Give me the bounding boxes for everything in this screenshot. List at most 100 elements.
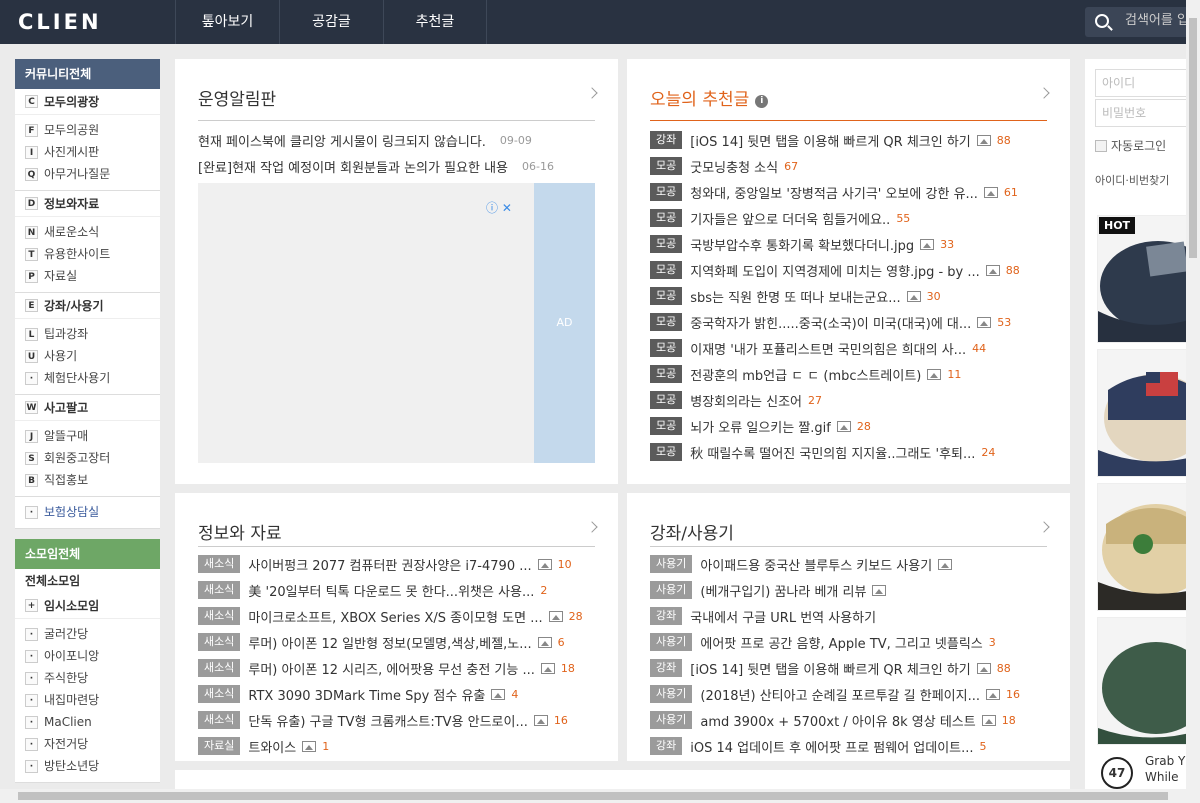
hot-ad-panel[interactable]: HOT 47 Grab Y While — [1085, 201, 1200, 803]
post-title: 美 '20일부터 틱톡 다운로드 못 한다...위챗은 사용... — [248, 584, 535, 600]
post-title: 秋 때릴수록 떨어진 국민의힘 지지율..그래도 '후퇴... — [690, 446, 976, 462]
auto-login-checkbox[interactable]: 자동로그인 — [1095, 137, 1166, 154]
post-row[interactable]: 모공 굿모닝충청 소식 67 — [650, 153, 1047, 179]
post-row[interactable]: 모공 秋 때릴수록 떨어진 국민의힘 지지율..그래도 '후퇴... 24 — [650, 439, 1047, 465]
password-field[interactable] — [1095, 99, 1190, 127]
ad-banner[interactable]: ⓘ ✕ AD — [198, 183, 595, 463]
notice-row[interactable]: [완료]현재 작업 예정이며 회원분들과 논의가 필요한 내용 06-16 — [198, 153, 595, 179]
category-badge: 모공 — [650, 209, 683, 227]
plus-icon[interactable]: + — [25, 599, 38, 612]
somoim-all-header[interactable]: 소모임전체 — [15, 539, 160, 569]
scrollbar-thumb[interactable] — [18, 792, 1168, 800]
post-row[interactable]: 새소식 사이버펑크 2077 컴퓨터판 권장사양은 i7-4790 ... 10 — [198, 551, 595, 577]
post-row[interactable]: 모공 국방부압수후 통화기록 확보했다더니.jpg 33 — [650, 231, 1047, 257]
lecture-title[interactable]: 강좌/사용기 — [650, 519, 734, 544]
somoim-item[interactable]: · 방탄소년당 — [15, 755, 160, 777]
find-account-link[interactable]: 아이디·비번찾기 — [1095, 172, 1169, 188]
nav-explore[interactable]: 톺아보기 — [175, 0, 279, 44]
post-row[interactable]: 모공 기자들은 앞으로 더더욱 힘들거에요.. 55 — [650, 205, 1047, 231]
vertical-scrollbar[interactable] — [1186, 0, 1200, 803]
chevron-right-icon[interactable] — [586, 87, 598, 99]
sidebar-item[interactable]: T 유용한사이트 — [15, 243, 160, 265]
somoim-item[interactable]: · 주식한당 — [15, 667, 160, 689]
notice-title[interactable]: 운영알림판 — [198, 85, 276, 110]
chevron-right-icon[interactable] — [1038, 521, 1050, 533]
cap-image-flag-trucker[interactable] — [1097, 349, 1200, 477]
post-row[interactable]: 모공 청와대, 중앙일보 '장병적금 사기극' 오보에 강한 유... 61 — [650, 179, 1047, 205]
somoim-item[interactable]: · 아이포니앙 — [15, 645, 160, 667]
nav-recommended[interactable]: 추천글 — [383, 0, 487, 44]
info-title[interactable]: 정보와 자료 — [198, 519, 282, 544]
sidebar-item[interactable]: L 팁과강좌 — [15, 323, 160, 345]
post-row[interactable]: 사용기 (2018년) 산티아고 순례길 포르투갈 길 한페이지... 16 — [650, 681, 1047, 707]
search-icon[interactable] — [1095, 14, 1109, 28]
sidebar-group-block: D 정보와자료 N 새로운소식 T 유용한사이트 P 자료실 — [15, 191, 160, 293]
sidebar-item[interactable]: S 회원중고장터 — [15, 447, 160, 469]
somoim-item[interactable]: · 내집마련당 — [15, 689, 160, 711]
id-field[interactable] — [1095, 69, 1190, 97]
post-row[interactable]: 강좌 국내에서 구글 URL 번역 사용하기 — [650, 603, 1047, 629]
auto-login-label: 자동로그인 — [1111, 139, 1167, 153]
post-row[interactable]: 새소식 美 '20일부터 틱톡 다운로드 못 한다...위챗은 사용... 2 — [198, 577, 595, 603]
post-row[interactable]: 강좌 iOS 14 업데이트 후 에어팟 프로 펌웨어 업데이트... 5 — [650, 733, 1047, 759]
post-row[interactable]: 새소식 RTX 3090 3DMark Time Spy 점수 유출 4 — [198, 681, 595, 707]
chevron-right-icon[interactable] — [586, 521, 598, 533]
sidebar-group-1[interactable]: D 정보와자료 — [15, 191, 160, 217]
post-row[interactable]: 새소식 단독 유출) 구글 TV형 크롬캐스트:TV용 안드로이... 16 — [198, 707, 595, 733]
post-title: 뇌가 오류 일으키는 짤.gif — [690, 420, 831, 436]
nav-empathy[interactable]: 공감글 — [279, 0, 383, 44]
sidebar-item[interactable]: Q 아무거나질문 — [15, 163, 160, 185]
chevron-right-icon[interactable] — [1038, 87, 1050, 99]
community-all-header[interactable]: 커뮤니티전체 — [15, 59, 160, 89]
post-row[interactable]: 강좌 [iOS 14] 뒷면 탭을 이용해 빠르게 QR 체크인 하기 88 — [650, 655, 1047, 681]
post-row[interactable]: 모공 중국학자가 밝힌.....중국(소국)이 미국(대국)에 대... 53 — [650, 309, 1047, 335]
cap-image-notre-dame[interactable] — [1097, 483, 1200, 611]
sidebar-group-3[interactable]: W 사고팔고 — [15, 395, 160, 421]
somoim-item[interactable]: · 굴러간당 — [15, 623, 160, 645]
notice-row[interactable]: 현재 페이스북에 클리앙 게시물이 링크되지 않습니다. 09-09 — [198, 127, 595, 153]
sidebar-group-2[interactable]: E 강좌/사용기 — [15, 293, 160, 319]
post-row[interactable]: 새소식 루머) 아이폰 12 일반형 정보(모델명,색상,베젤,노... 6 — [198, 629, 595, 655]
sidebar-item-all-somoim[interactable]: 전체소모임 — [15, 569, 160, 593]
recommend-title[interactable]: 오늘의 추천글 i — [650, 85, 769, 110]
post-row[interactable]: 강좌 [iOS 14] 뒷면 탭을 이용해 빠르게 QR 체크인 하기 88 — [650, 127, 1047, 153]
post-row[interactable]: 자료실 트와이스 1 — [198, 733, 595, 759]
post-row[interactable]: 모공 지역화폐 도입이 지역경제에 미치는 영향.jpg - by ... 88 — [650, 257, 1047, 283]
sidebar-item[interactable]: B 직접홍보 — [15, 469, 160, 491]
ad-choices-icon[interactable]: ⓘ ✕ — [486, 199, 512, 216]
somoim-item[interactable]: · 자전거당 — [15, 733, 160, 755]
bullet-icon: · — [25, 693, 38, 707]
sidebar-item[interactable]: · 체험단사용기 — [15, 367, 160, 389]
cap-image-green[interactable] — [1097, 617, 1200, 745]
notice-card: 운영알림판 현재 페이스북에 클리앙 게시물이 링크되지 않습니다. 09-09 [… — [175, 59, 618, 484]
horizontal-scrollbar[interactable] — [0, 789, 1186, 803]
sidebar-item-temp-somoim[interactable]: + 임시소모임 — [15, 593, 160, 619]
post-row[interactable]: 사용기 (베개구입기) 꿈나라 베개 리뷰 — [650, 577, 1047, 603]
post-row[interactable]: 모공 병장회의라는 신조어 27 — [650, 387, 1047, 413]
somoim-item[interactable]: · MaClien — [15, 711, 160, 733]
post-title: 아이패드용 중국산 블루투스 키보드 사용기 — [700, 558, 933, 574]
scrollbar-thumb[interactable] — [1189, 18, 1197, 258]
sidebar-item[interactable]: U 사용기 — [15, 345, 160, 367]
post-row[interactable]: 새소식 루머) 아이폰 12 시리즈, 에어팟용 무선 충전 기능 ... 18 — [198, 655, 595, 681]
sidebar-item[interactable]: F 모두의공원 — [15, 119, 160, 141]
post-row[interactable]: 모공 뇌가 오류 일으키는 짤.gif 28 — [650, 413, 1047, 439]
site-logo[interactable]: CLIEN — [18, 10, 102, 34]
post-row[interactable]: 사용기 에어팟 프로 공간 음향, Apple TV, 그리고 넷플릭스 3 — [650, 629, 1047, 655]
info-icon[interactable]: i — [755, 95, 769, 108]
brand-logo[interactable]: 47 — [1101, 757, 1133, 789]
sidebar-item-insurance[interactable]: · 보험상담실 — [15, 501, 160, 523]
post-row[interactable]: 사용기 아이패드용 중국산 블루투스 키보드 사용기 — [650, 551, 1047, 577]
post-row[interactable]: 모공 전광훈의 mb언급 ㄷ ㄷ (mbc스트레이트) 11 — [650, 361, 1047, 387]
post-row[interactable]: 모공 sbs는 직원 한명 또 떠나 보내는군요... 30 — [650, 283, 1047, 309]
post-row[interactable]: 새소식 마이크로소프트, XBOX Series X/S 종이모형 도면 ... 2… — [198, 603, 595, 629]
sidebar-item[interactable]: I 사진게시판 — [15, 141, 160, 163]
sidebar-item[interactable]: N 새로운소식 — [15, 221, 160, 243]
checkbox-icon[interactable] — [1095, 139, 1107, 152]
sidebar-group-0[interactable]: C 모두의광장 — [15, 89, 160, 115]
cap-image-flag-navy[interactable] — [1097, 215, 1200, 343]
sidebar-item[interactable]: J 알뜰구매 — [15, 425, 160, 447]
post-row[interactable]: 사용기 amd 3900x + 5700xt / 아이유 8k 영상 테스트 18 — [650, 707, 1047, 733]
sidebar-item[interactable]: P 자료실 — [15, 265, 160, 287]
post-row[interactable]: 모공 이재명 '내가 포퓰리스트면 국민의힘은 희대의 사... 44 — [650, 335, 1047, 361]
